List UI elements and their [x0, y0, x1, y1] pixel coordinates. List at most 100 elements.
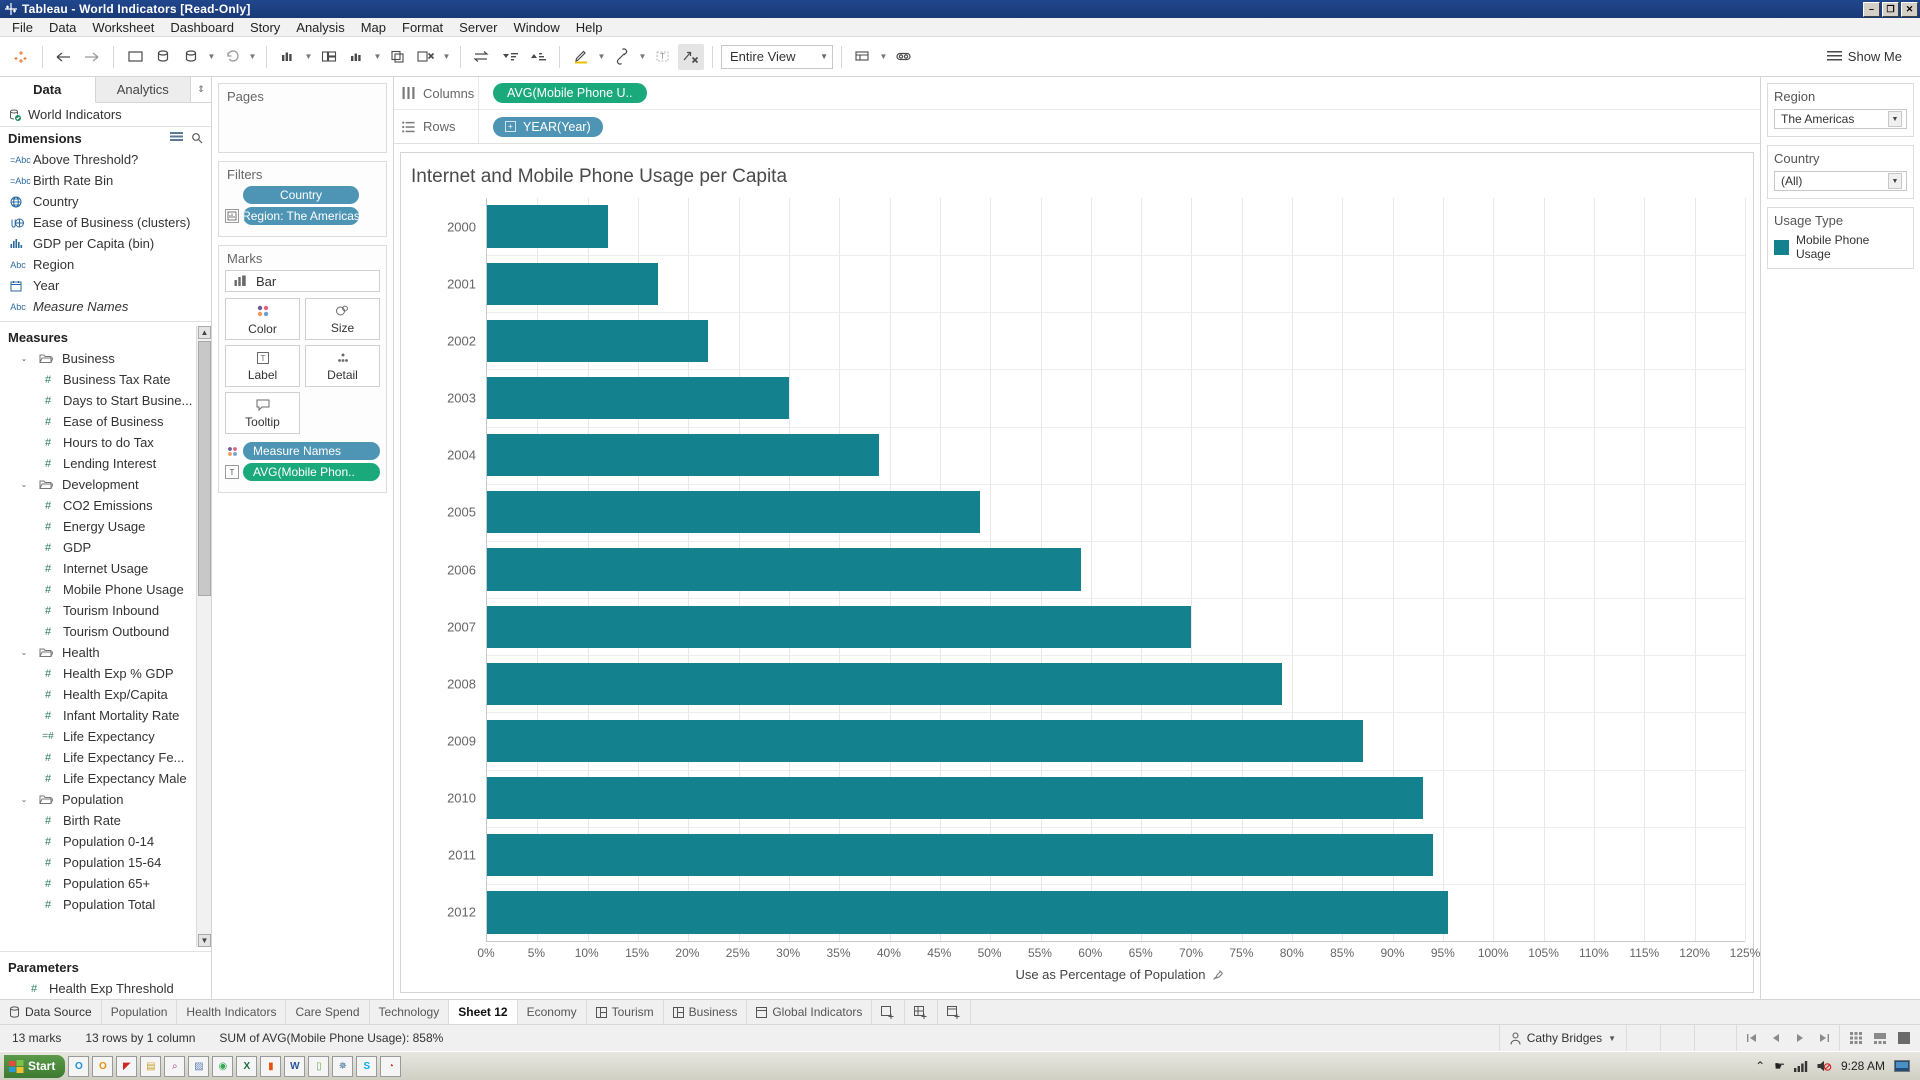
bar-mark[interactable] [487, 491, 981, 534]
close-button[interactable]: ✕ [1901, 1, 1918, 17]
bar-mark[interactable] [487, 548, 1081, 591]
measure-group-health[interactable]: ⌄ Health [0, 642, 195, 663]
show-mark-labels-icon[interactable]: T [650, 44, 676, 70]
measure-birth-rate[interactable]: # Birth Rate [0, 810, 195, 831]
previous-page-icon[interactable] [1771, 1033, 1781, 1043]
minimize-button[interactable]: – [1863, 1, 1880, 17]
status-user[interactable]: Cathy Bridges ▼ [1498, 1025, 1626, 1051]
new-dashboard-icon[interactable] [316, 44, 342, 70]
presentation-caret-icon[interactable]: ▼ [878, 52, 889, 61]
menu-item-map[interactable]: Map [353, 18, 394, 37]
signal-bars-icon[interactable] [1793, 1060, 1808, 1072]
sheet-tab-business[interactable]: Business [664, 1000, 748, 1024]
presentation-mode-icon[interactable] [850, 44, 876, 70]
measures-scrollbar[interactable]: ▲ ▼ [196, 326, 211, 947]
measure-population-total[interactable]: # Population Total [0, 894, 195, 915]
app-blue-o-icon[interactable]: O [68, 1055, 90, 1077]
app-chrome-icon[interactable]: ◉ [212, 1055, 234, 1077]
new-story-tab-button[interactable] [938, 1000, 972, 1024]
menu-item-server[interactable]: Server [451, 18, 505, 37]
undo-menu-caret-icon[interactable]: ▼ [247, 52, 258, 61]
highlight-caret-icon[interactable]: ▼ [596, 52, 607, 61]
new-worksheet-caret-icon[interactable]: ▼ [303, 52, 314, 61]
y-axis-tick-label[interactable]: 2002 [447, 333, 476, 348]
sort-ascending-icon[interactable] [497, 44, 523, 70]
status-view-buttons[interactable] [1839, 1025, 1920, 1051]
expand-plus-icon[interactable]: + [505, 121, 516, 132]
measure-gdp[interactable]: # GDP [0, 537, 195, 558]
sort-descending-icon[interactable] [525, 44, 551, 70]
app-skype-icon[interactable]: S [356, 1055, 378, 1077]
dropdown-caret-icon[interactable]: ▼ [1608, 1034, 1616, 1043]
menu-item-story[interactable]: Story [242, 18, 288, 37]
data-source-item[interactable]: World Indicators [0, 103, 211, 127]
columns-pill-avg-mobile-phone-usage[interactable]: AVG(Mobile Phone U.. [493, 83, 647, 103]
measure-hours-to-do-tax[interactable]: # Hours to do Tax [0, 432, 195, 453]
bar-mark[interactable] [487, 205, 608, 248]
dropdown-caret-icon[interactable]: ▼ [1888, 111, 1902, 127]
tab-data[interactable]: Data [0, 77, 96, 103]
measure-group-business[interactable]: ⌄ Business [0, 348, 195, 369]
tab-analytics[interactable]: Analytics [95, 77, 191, 102]
y-axis-tick-label[interactable]: 2001 [447, 276, 476, 291]
bar-mark[interactable] [487, 262, 659, 305]
measure-life-expectancy-male[interactable]: # Life Expectancy Male [0, 768, 195, 789]
show-hidden-icons-icon[interactable]: ⌃ [1755, 1059, 1765, 1073]
dimension-above-threshold[interactable]: =Abc Above Threshold? [0, 149, 211, 170]
bar-mark[interactable] [487, 719, 1363, 763]
chevron-down-icon[interactable]: ⌄ [16, 480, 32, 489]
dimension-region[interactable]: Abc Region [0, 254, 211, 275]
menu-item-window[interactable]: Window [505, 18, 567, 37]
grid-view-icon[interactable] [1850, 1032, 1862, 1044]
measure-population-0-14[interactable]: # Population 0-14 [0, 831, 195, 852]
bar-mark[interactable] [487, 834, 1434, 877]
bar-mark[interactable] [487, 319, 709, 363]
sheet-tab-global-indicators[interactable]: Global Indicators [747, 1000, 873, 1024]
measure-life-expectancy-female[interactable]: # Life Expectancy Fe... [0, 747, 195, 768]
bar-mark[interactable] [487, 605, 1192, 648]
chevron-down-icon[interactable]: ⌄ [16, 795, 32, 804]
window-controls[interactable]: – ❐ ✕ [1863, 1, 1918, 17]
app-orange-o-icon[interactable]: O [92, 1055, 114, 1077]
menu-item-dashboard[interactable]: Dashboard [162, 18, 242, 37]
sheet-tab-population[interactable]: Population [102, 1000, 178, 1024]
new-worksheet-icon[interactable] [275, 44, 301, 70]
y-axis-tick-label[interactable]: 2009 [447, 733, 476, 748]
filter-pill-region[interactable]: Region: The Americas [243, 207, 359, 225]
app-tableau-icon[interactable]: ✵ [332, 1055, 354, 1077]
measure-tourism-inbound[interactable]: # Tourism Inbound [0, 600, 195, 621]
app-flame-icon[interactable]: ▮ [260, 1055, 282, 1077]
menu-item-data[interactable]: Data [41, 18, 84, 37]
duplicate-sheet-icon[interactable] [385, 44, 411, 70]
y-axis-tick-label[interactable]: 2010 [447, 791, 476, 806]
parameter-health-exp-threshold[interactable]: # Health Exp Threshold [0, 978, 211, 999]
y-axis-tick-label[interactable]: 2007 [447, 619, 476, 634]
single-view-icon[interactable] [1898, 1032, 1910, 1044]
menu-item-help[interactable]: Help [568, 18, 611, 37]
show-hide-cards-icon[interactable] [891, 44, 917, 70]
measure-group-population[interactable]: ⌄ Population [0, 789, 195, 810]
last-page-icon[interactable] [1819, 1033, 1829, 1043]
app-map-icon[interactable]: ▨ [188, 1055, 210, 1077]
new-story-icon[interactable] [344, 44, 370, 70]
measure-tourism-outbound[interactable]: # Tourism Outbound [0, 621, 195, 642]
y-axis-tick-label[interactable]: 2003 [447, 391, 476, 406]
measure-health-exp-per-capita[interactable]: # Health Exp/Capita [0, 684, 195, 705]
highlight-icon[interactable] [568, 44, 594, 70]
measure-life-expectancy[interactable]: =# Life Expectancy [0, 726, 195, 747]
status-nav-buttons[interactable] [1736, 1025, 1839, 1051]
group-members-icon[interactable] [609, 44, 635, 70]
measure-group-development[interactable]: ⌄ Development [0, 474, 195, 495]
y-axis-tick-label[interactable]: 2006 [447, 562, 476, 577]
back-arrow-icon[interactable] [51, 44, 77, 70]
filter-card-region-select[interactable]: The Americas ▼ [1774, 109, 1907, 129]
scroll-down-arrow-icon[interactable]: ▼ [198, 934, 211, 947]
rows-pill-year[interactable]: + YEAR(Year) [493, 116, 603, 137]
filmstrip-view-icon[interactable] [1874, 1032, 1886, 1044]
marks-tooltip-button[interactable]: Tooltip [225, 392, 300, 434]
taskbar-clock[interactable]: 9:28 AM [1841, 1059, 1885, 1073]
columns-shelf[interactable]: Columns AVG(Mobile Phone U.. [394, 77, 1760, 110]
measure-business-tax-rate[interactable]: # Business Tax Rate [0, 369, 195, 390]
y-axis-tick-label[interactable]: 2011 [448, 848, 476, 863]
app-folder-icon[interactable]: ▤ [140, 1055, 162, 1077]
